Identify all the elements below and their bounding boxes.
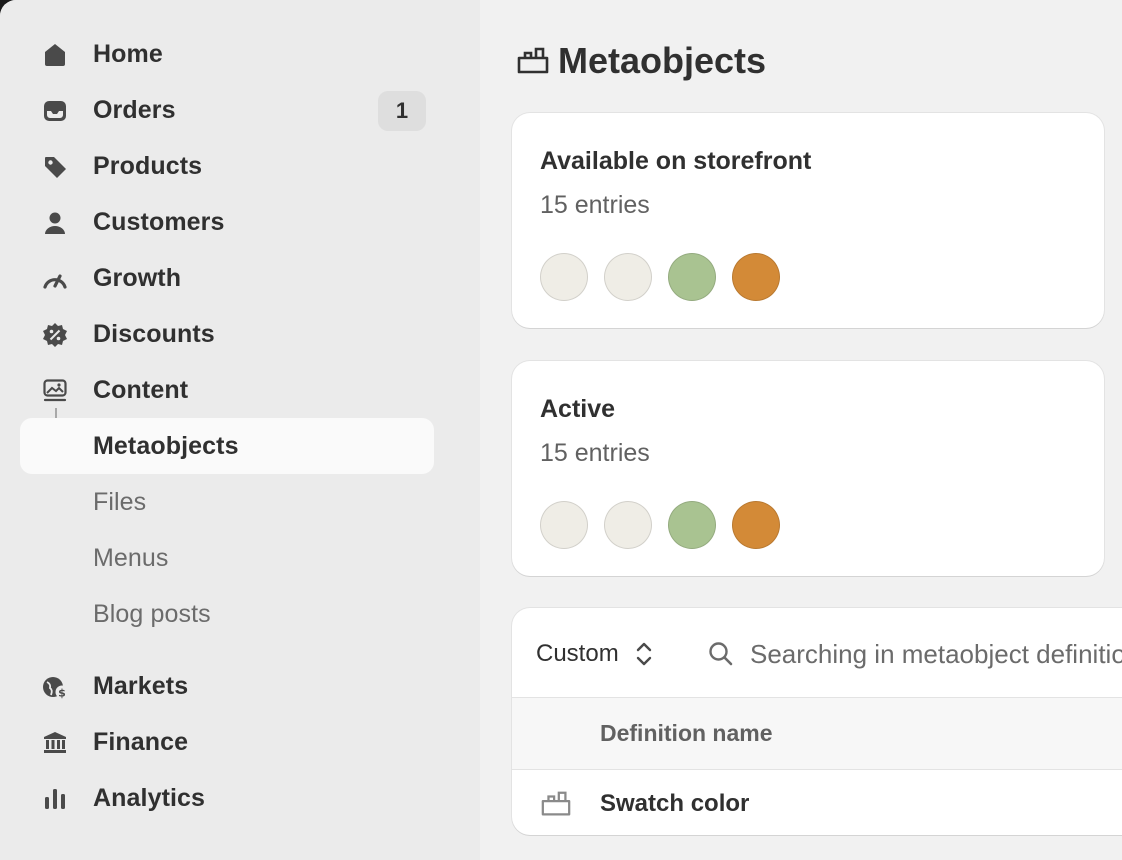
card-title: Available on storefront (540, 147, 812, 175)
table-row[interactable]: Swatch color (512, 770, 1122, 835)
color-swatch (732, 501, 780, 549)
card-title: Active (540, 395, 616, 423)
inbox-icon (40, 96, 70, 126)
discount-icon (40, 320, 70, 350)
color-swatch (604, 253, 652, 301)
storefront-card[interactable]: Available on storefront 15 entries (512, 113, 1104, 328)
sidebar-item-label: Growth (93, 263, 182, 292)
swatch-list (540, 253, 796, 301)
content-icon (40, 376, 70, 406)
globe-dollar-icon: $ (40, 672, 70, 702)
sidebar-item-content[interactable]: Content (20, 362, 434, 418)
sidebar-item-label: Products (93, 151, 203, 180)
color-swatch (540, 253, 588, 301)
active-card[interactable]: Active 15 entries (512, 361, 1104, 576)
sidebar-item-label: Home (93, 39, 163, 68)
sidebar-item-finance[interactable]: Finance (20, 714, 434, 770)
sidebar-item-label: Discounts (93, 319, 215, 348)
sidebar-item-label: Menus (93, 543, 169, 572)
select-value: Custom (536, 640, 619, 667)
svg-text:$: $ (58, 687, 66, 700)
definition-type-select[interactable]: Custom (536, 632, 655, 676)
person-icon (40, 208, 70, 238)
color-swatch (668, 253, 716, 301)
sidebar-item-label: Blog posts (93, 599, 211, 628)
card-entries-count: 15 entries (540, 439, 650, 467)
color-swatch (604, 501, 652, 549)
search-input[interactable] (750, 638, 1122, 670)
sidebar-item-label: Orders (93, 95, 176, 124)
sidebar-item-files[interactable]: Files (20, 474, 434, 530)
swatch-list (540, 501, 796, 549)
sidebar-item-orders[interactable]: Orders 1 (20, 82, 434, 138)
sidebar: Home Orders 1 Products Customers Growth … (0, 0, 480, 860)
definitions-table: Custom Definition name (512, 608, 1122, 835)
sidebar-item-label: Metaobjects (93, 431, 239, 460)
orders-count-badge: 1 (378, 91, 426, 131)
bar-chart-icon (40, 784, 70, 814)
color-swatch (540, 501, 588, 549)
sidebar-item-customers[interactable]: Customers (20, 194, 434, 250)
sidebar-item-metaobjects[interactable]: Metaobjects (20, 418, 434, 474)
bank-icon (40, 728, 70, 758)
sidebar-item-label: Analytics (93, 783, 206, 812)
sidebar-item-home[interactable]: Home (20, 26, 434, 82)
sidebar-item-label: Markets (93, 671, 189, 700)
filter-bar: Custom (512, 608, 1122, 698)
sidebar-item-label: Finance (93, 727, 189, 756)
color-swatch (732, 253, 780, 301)
sidebar-item-growth[interactable]: Growth (20, 250, 434, 306)
sidebar-item-blog-posts[interactable]: Blog posts (20, 586, 434, 642)
sidebar-item-label: Files (93, 487, 147, 516)
card-entries-count: 15 entries (540, 191, 650, 219)
main-content: Metaobjects Available on storefront 15 e… (480, 0, 1122, 860)
color-swatch (668, 501, 716, 549)
home-icon (40, 40, 70, 70)
sidebar-item-markets[interactable]: $ Markets (20, 658, 434, 714)
table-header: Definition name (512, 698, 1122, 770)
app-frame: Home Orders 1 Products Customers Growth … (0, 0, 1122, 860)
tag-icon (40, 152, 70, 182)
search-box (706, 632, 1122, 676)
metaobjects-icon (517, 47, 549, 74)
chevron-up-down-icon (636, 642, 651, 666)
sidebar-item-products[interactable]: Products (20, 138, 434, 194)
gauge-icon (40, 264, 70, 294)
sidebar-item-label: Content (93, 375, 189, 404)
sidebar-item-discounts[interactable]: Discounts (20, 306, 434, 362)
search-icon (709, 642, 733, 666)
sidebar-item-label: Customers (93, 207, 225, 236)
definition-name: Swatch color (600, 790, 750, 817)
metaobjects-icon (541, 791, 571, 816)
sidebar-item-analytics[interactable]: Analytics (20, 770, 434, 826)
page-title: Metaobjects (516, 40, 766, 82)
sidebar-item-menus[interactable]: Menus (20, 530, 434, 586)
column-header-definition-name[interactable]: Definition name (600, 720, 773, 747)
page-title-text: Metaobjects (558, 40, 767, 81)
